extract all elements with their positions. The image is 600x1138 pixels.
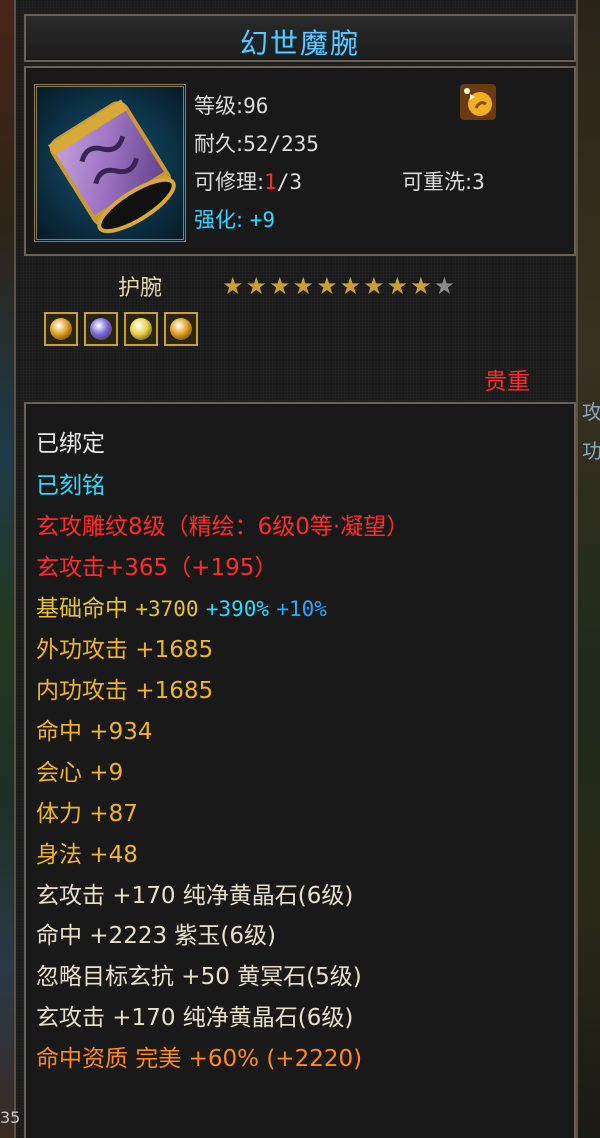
star-empty-icon: ★: [433, 272, 456, 300]
durability-value: 52/235: [243, 132, 319, 156]
engraved-status: 已刻铭: [36, 473, 105, 499]
repairable-current: 1: [264, 170, 277, 194]
gem-stat-line: 命中 +2223 紫玉(6级): [36, 923, 277, 949]
enhance-value: +9: [249, 208, 276, 232]
gem-core: [170, 318, 192, 340]
aptitude-line: 命中资质 完美 +60% (+2220): [36, 1046, 363, 1072]
carving-line: 玄攻雕纹8级（精绘：6级0等·凝望）: [36, 514, 410, 540]
stat-line: 会心 +9: [36, 760, 124, 786]
stat-line: 内功攻击 +1685: [36, 678, 214, 704]
stat-line: 命中 +934: [36, 719, 153, 745]
star-rating: ★ ★ ★ ★ ★ ★ ★ ★ ★ ★: [222, 273, 455, 299]
gem-purple-icon[interactable]: [84, 312, 118, 346]
gem-stat-line: 玄攻击 +170 纯净黄晶石(6级): [36, 1005, 354, 1031]
base-hit-line: 基础命中 +3700 +390% +10%: [36, 595, 327, 623]
base-hit-label: 基础命中: [36, 596, 128, 622]
gem-yellow-icon[interactable]: [124, 312, 158, 346]
level-row: 等级:96: [194, 90, 268, 120]
gem-stat-line: 玄攻击 +170 纯净黄晶石(6级): [36, 883, 354, 909]
base-hit-pct-1: +390%: [205, 597, 270, 621]
gem-sockets: [44, 312, 198, 346]
edge-fragment-right: 攻: [582, 400, 600, 424]
gem-gold-red-2-icon[interactable]: [164, 312, 198, 346]
gem-stat-line: 忽略目标玄抗 +50 黄冥石(5级): [36, 964, 362, 990]
enhance-row: 强化: +9: [194, 204, 275, 234]
star-filled-icon: ★: [222, 272, 244, 300]
wrist-guard-icon: [48, 99, 176, 234]
item-name: 幻世魔腕: [239, 27, 360, 60]
edge-fragment-left: 35: [0, 1108, 21, 1127]
rewash-row: 可重洗:3: [402, 166, 485, 196]
xuan-attack-line: 玄攻击+365（+195）: [36, 555, 278, 581]
star-filled-icon: ★: [316, 272, 338, 300]
edge-fragment-right-2: 功: [582, 439, 600, 463]
background-left-strip: [0, 0, 14, 1138]
item-icon-frame: [34, 84, 186, 242]
repairable-row: 可修理:1/3: [194, 166, 302, 196]
gem-core: [90, 318, 112, 340]
durability-row: 耐久:52/235: [194, 128, 319, 158]
base-hit-pct-2: +10%: [276, 597, 327, 621]
background-right-strip: [578, 0, 600, 1138]
level-label: 等级: [194, 94, 236, 118]
rewash-value: 3: [472, 170, 485, 194]
title-bar: 幻世魔腕: [24, 14, 576, 62]
star-filled-icon: ★: [269, 272, 291, 300]
star-filled-icon: ★: [386, 272, 409, 300]
repairable-label: 可修理: [194, 170, 257, 194]
durability-label: 耐久: [194, 132, 236, 156]
treasure-bag-icon[interactable]: [458, 82, 498, 122]
rarity-label: 贵重: [484, 369, 530, 395]
level-value: 96: [243, 94, 269, 118]
star-filled-icon: ★: [363, 272, 385, 300]
item-type: 护腕: [118, 276, 163, 301]
star-filled-icon: ★: [245, 272, 268, 300]
enhance-label: 强化:: [194, 208, 244, 232]
star-filled-icon: ★: [339, 272, 362, 300]
bound-status: 已绑定: [36, 431, 105, 457]
base-hit-value: +3700: [135, 597, 199, 621]
repairable-max: /3: [276, 170, 303, 194]
gem-core: [50, 318, 72, 340]
stat-line: 身法 +48: [36, 842, 138, 868]
rewash-label: 可重洗: [402, 170, 465, 194]
gem-core: [130, 318, 152, 340]
stat-line: 外功攻击 +1685: [36, 637, 214, 663]
stat-line: 体力 +87: [36, 801, 138, 827]
star-filled-icon: ★: [292, 272, 315, 300]
gem-gold-red-icon[interactable]: [44, 312, 78, 346]
star-filled-icon: ★: [410, 272, 432, 300]
